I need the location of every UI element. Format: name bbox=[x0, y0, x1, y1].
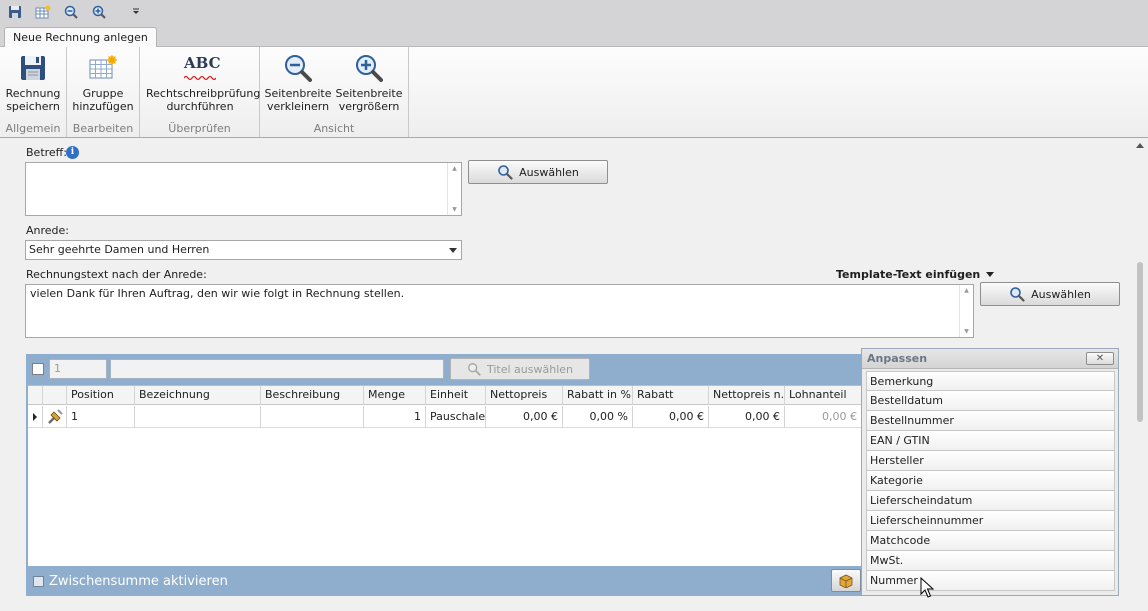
list-item[interactable]: Hersteller bbox=[866, 451, 1115, 471]
insert-article-button[interactable] bbox=[831, 569, 861, 592]
zoom-in-icon[interactable] bbox=[90, 3, 108, 21]
col-nettopreis[interactable]: Nettopreis bbox=[486, 386, 563, 405]
close-button[interactable]: ✕ bbox=[1086, 352, 1114, 365]
cell-beschreibung[interactable] bbox=[261, 406, 364, 428]
zoom-in-page-width-button[interactable]: Seitenbreite vergrößern bbox=[334, 51, 404, 113]
table-add-icon bbox=[71, 51, 135, 85]
col-einheit[interactable]: Einheit bbox=[426, 386, 486, 405]
betreff-label: Betreff: bbox=[26, 146, 67, 159]
ribbon: Rechnung speichern Allgemein Gruppe hinz… bbox=[0, 47, 1148, 138]
anrede-label: Anrede: bbox=[26, 224, 70, 237]
cell-nettopreis-nach-rabatt[interactable]: 0,00 € bbox=[709, 406, 785, 428]
col-rabatt-prozent[interactable]: Rabatt in % bbox=[563, 386, 633, 405]
title-input[interactable] bbox=[110, 359, 444, 379]
col-lohnanteil[interactable]: Lohnanteil bbox=[785, 386, 861, 405]
column-chooser-list: Bemerkung Bestelldatum Bestellnummer EAN / … bbox=[866, 371, 1115, 591]
spellcheck-icon: ABC bbox=[146, 51, 254, 85]
package-icon bbox=[839, 574, 853, 588]
search-icon bbox=[468, 363, 481, 376]
cell-lohnanteil[interactable]: 0,00 € bbox=[785, 406, 861, 428]
info-icon[interactable]: i bbox=[66, 146, 79, 159]
list-item[interactable]: Nummer bbox=[866, 571, 1115, 591]
save-icon[interactable] bbox=[6, 3, 24, 21]
chevron-down-icon bbox=[986, 272, 995, 277]
ribbon-group-ansicht: Seitenbreite verkleinern Seitenbreite ve… bbox=[260, 47, 409, 137]
col-bezeichnung[interactable]: Bezeichnung bbox=[135, 386, 261, 405]
list-item[interactable]: Bestellnummer bbox=[866, 411, 1115, 431]
floppy-disk-icon bbox=[2, 51, 64, 85]
scrollbar-thumb[interactable] bbox=[1137, 262, 1143, 422]
mouse-cursor-icon bbox=[920, 577, 934, 598]
ribbon-group-bearbeiten: Gruppe hinzufügen Bearbeiten bbox=[67, 47, 140, 137]
group-label-allgemein: Allgemein bbox=[5, 122, 61, 135]
magnifier-plus-icon bbox=[334, 51, 404, 85]
rechnungstext-select-button[interactable]: Auswählen bbox=[980, 282, 1120, 306]
cell-rabatt-prozent[interactable]: 0,00 % bbox=[563, 406, 633, 428]
position-number-input[interactable]: 1 bbox=[49, 359, 107, 379]
search-icon bbox=[498, 165, 513, 180]
row-indicator-icon bbox=[28, 406, 43, 428]
customize-title: Anpassen bbox=[867, 352, 928, 365]
customize-toolbar-chevron-icon[interactable] bbox=[127, 3, 145, 21]
scroll-up-icon[interactable] bbox=[1136, 143, 1144, 148]
list-item[interactable]: Bemerkung bbox=[866, 371, 1115, 391]
list-item[interactable]: Lieferscheinnummer bbox=[866, 511, 1115, 531]
template-text-dropdown[interactable]: Template-Text einfügen bbox=[836, 268, 995, 281]
item-type-icon[interactable] bbox=[43, 406, 67, 428]
subtotal-checkbox[interactable] bbox=[33, 576, 44, 587]
cell-nettopreis[interactable]: 0,00 € bbox=[486, 406, 563, 428]
close-icon: ✕ bbox=[1095, 352, 1105, 364]
add-group-icon[interactable] bbox=[34, 3, 52, 21]
col-position[interactable]: Position bbox=[67, 386, 135, 405]
search-icon bbox=[1010, 287, 1025, 302]
anrede-select[interactable]: Sehr geehrte Damen und Herren bbox=[25, 240, 462, 260]
quick-access-toolbar bbox=[0, 0, 1148, 24]
zoom-out-icon[interactable] bbox=[62, 3, 80, 21]
zoom-out-page-width-button[interactable]: Seitenbreite verkleinern bbox=[264, 51, 332, 113]
cell-rabatt[interactable]: 0,00 € bbox=[633, 406, 709, 428]
chevron-down-icon bbox=[449, 248, 457, 253]
select-title-button[interactable]: Titel auswählen bbox=[450, 358, 590, 380]
list-item[interactable]: EAN / GTIN bbox=[866, 431, 1115, 451]
magnifier-minus-icon bbox=[264, 51, 332, 85]
add-group-button[interactable]: Gruppe hinzufügen bbox=[71, 51, 135, 113]
betreff-scrollbar[interactable]: ▲ ▼ bbox=[447, 163, 461, 215]
select-all-checkbox[interactable] bbox=[32, 363, 44, 375]
page-scrollbar[interactable] bbox=[1133, 139, 1148, 611]
col-beschreibung[interactable]: Beschreibung bbox=[261, 386, 364, 405]
ribbon-group-ueberpruefen: ABC Rechtschreibprüfung durchführen Über… bbox=[140, 47, 260, 137]
list-item[interactable]: Lieferscheindatum bbox=[866, 491, 1115, 511]
col-nettopreis-nach-rabatt[interactable]: Nettopreis n... bbox=[709, 386, 785, 405]
positions-grid-panel: 1 Titel auswählen Position Bezeichnung B… bbox=[26, 354, 861, 596]
rechnungstext-textarea[interactable]: vielen Dank für Ihren Auftrag, den wir w… bbox=[25, 284, 974, 338]
list-item[interactable]: MwSt. bbox=[866, 551, 1115, 571]
cell-position[interactable]: 1 bbox=[67, 406, 135, 428]
grid-header: Position Bezeichnung Beschreibung Menge … bbox=[28, 386, 861, 405]
cell-bezeichnung[interactable] bbox=[135, 406, 261, 428]
tab-neue-rechnung[interactable]: Neue Rechnung anlegen bbox=[4, 27, 157, 48]
cell-menge[interactable]: 1 bbox=[364, 406, 426, 428]
column-customization-panel: Anpassen ✕ Bemerkung Bestelldatum Bestelln… bbox=[861, 348, 1119, 598]
col-menge[interactable]: Menge bbox=[364, 386, 426, 405]
group-label-ueberpruefen: Überprüfen bbox=[168, 122, 231, 135]
list-item[interactable]: Kategorie bbox=[866, 471, 1115, 491]
cell-einheit[interactable]: Pauschale bbox=[426, 406, 486, 428]
col-rabatt[interactable]: Rabatt bbox=[633, 386, 709, 405]
ribbon-tab-row: Neue Rechnung anlegen bbox=[0, 24, 1148, 48]
group-label-ansicht: Ansicht bbox=[313, 122, 355, 135]
positions-grid: Position Bezeichnung Beschreibung Menge … bbox=[28, 385, 861, 566]
list-item[interactable]: Matchcode bbox=[866, 531, 1115, 551]
rechnungstext-label: Rechnungstext nach der Anrede: bbox=[26, 268, 207, 281]
subtotal-label: Zwischensumme aktivieren bbox=[49, 574, 228, 589]
group-label-bearbeiten: Bearbeiten bbox=[72, 122, 134, 135]
spellcheck-button[interactable]: ABC Rechtschreibprüfung durchführen bbox=[146, 51, 260, 114]
betreff-textarea[interactable]: ▲ ▼ bbox=[25, 162, 462, 216]
table-row[interactable]: 1 1 Pauschale 0,00 € 0,00 % 0,00 € 0,00 … bbox=[28, 406, 861, 428]
list-item[interactable]: Bestelldatum bbox=[866, 391, 1115, 411]
ribbon-group-allgemein: Rechnung speichern Allgemein bbox=[0, 47, 67, 137]
save-invoice-button[interactable]: Rechnung speichern bbox=[2, 51, 64, 113]
betreff-select-button[interactable]: Auswählen bbox=[468, 160, 608, 184]
rechnungstext-scrollbar[interactable]: ▲ ▼ bbox=[959, 285, 973, 337]
